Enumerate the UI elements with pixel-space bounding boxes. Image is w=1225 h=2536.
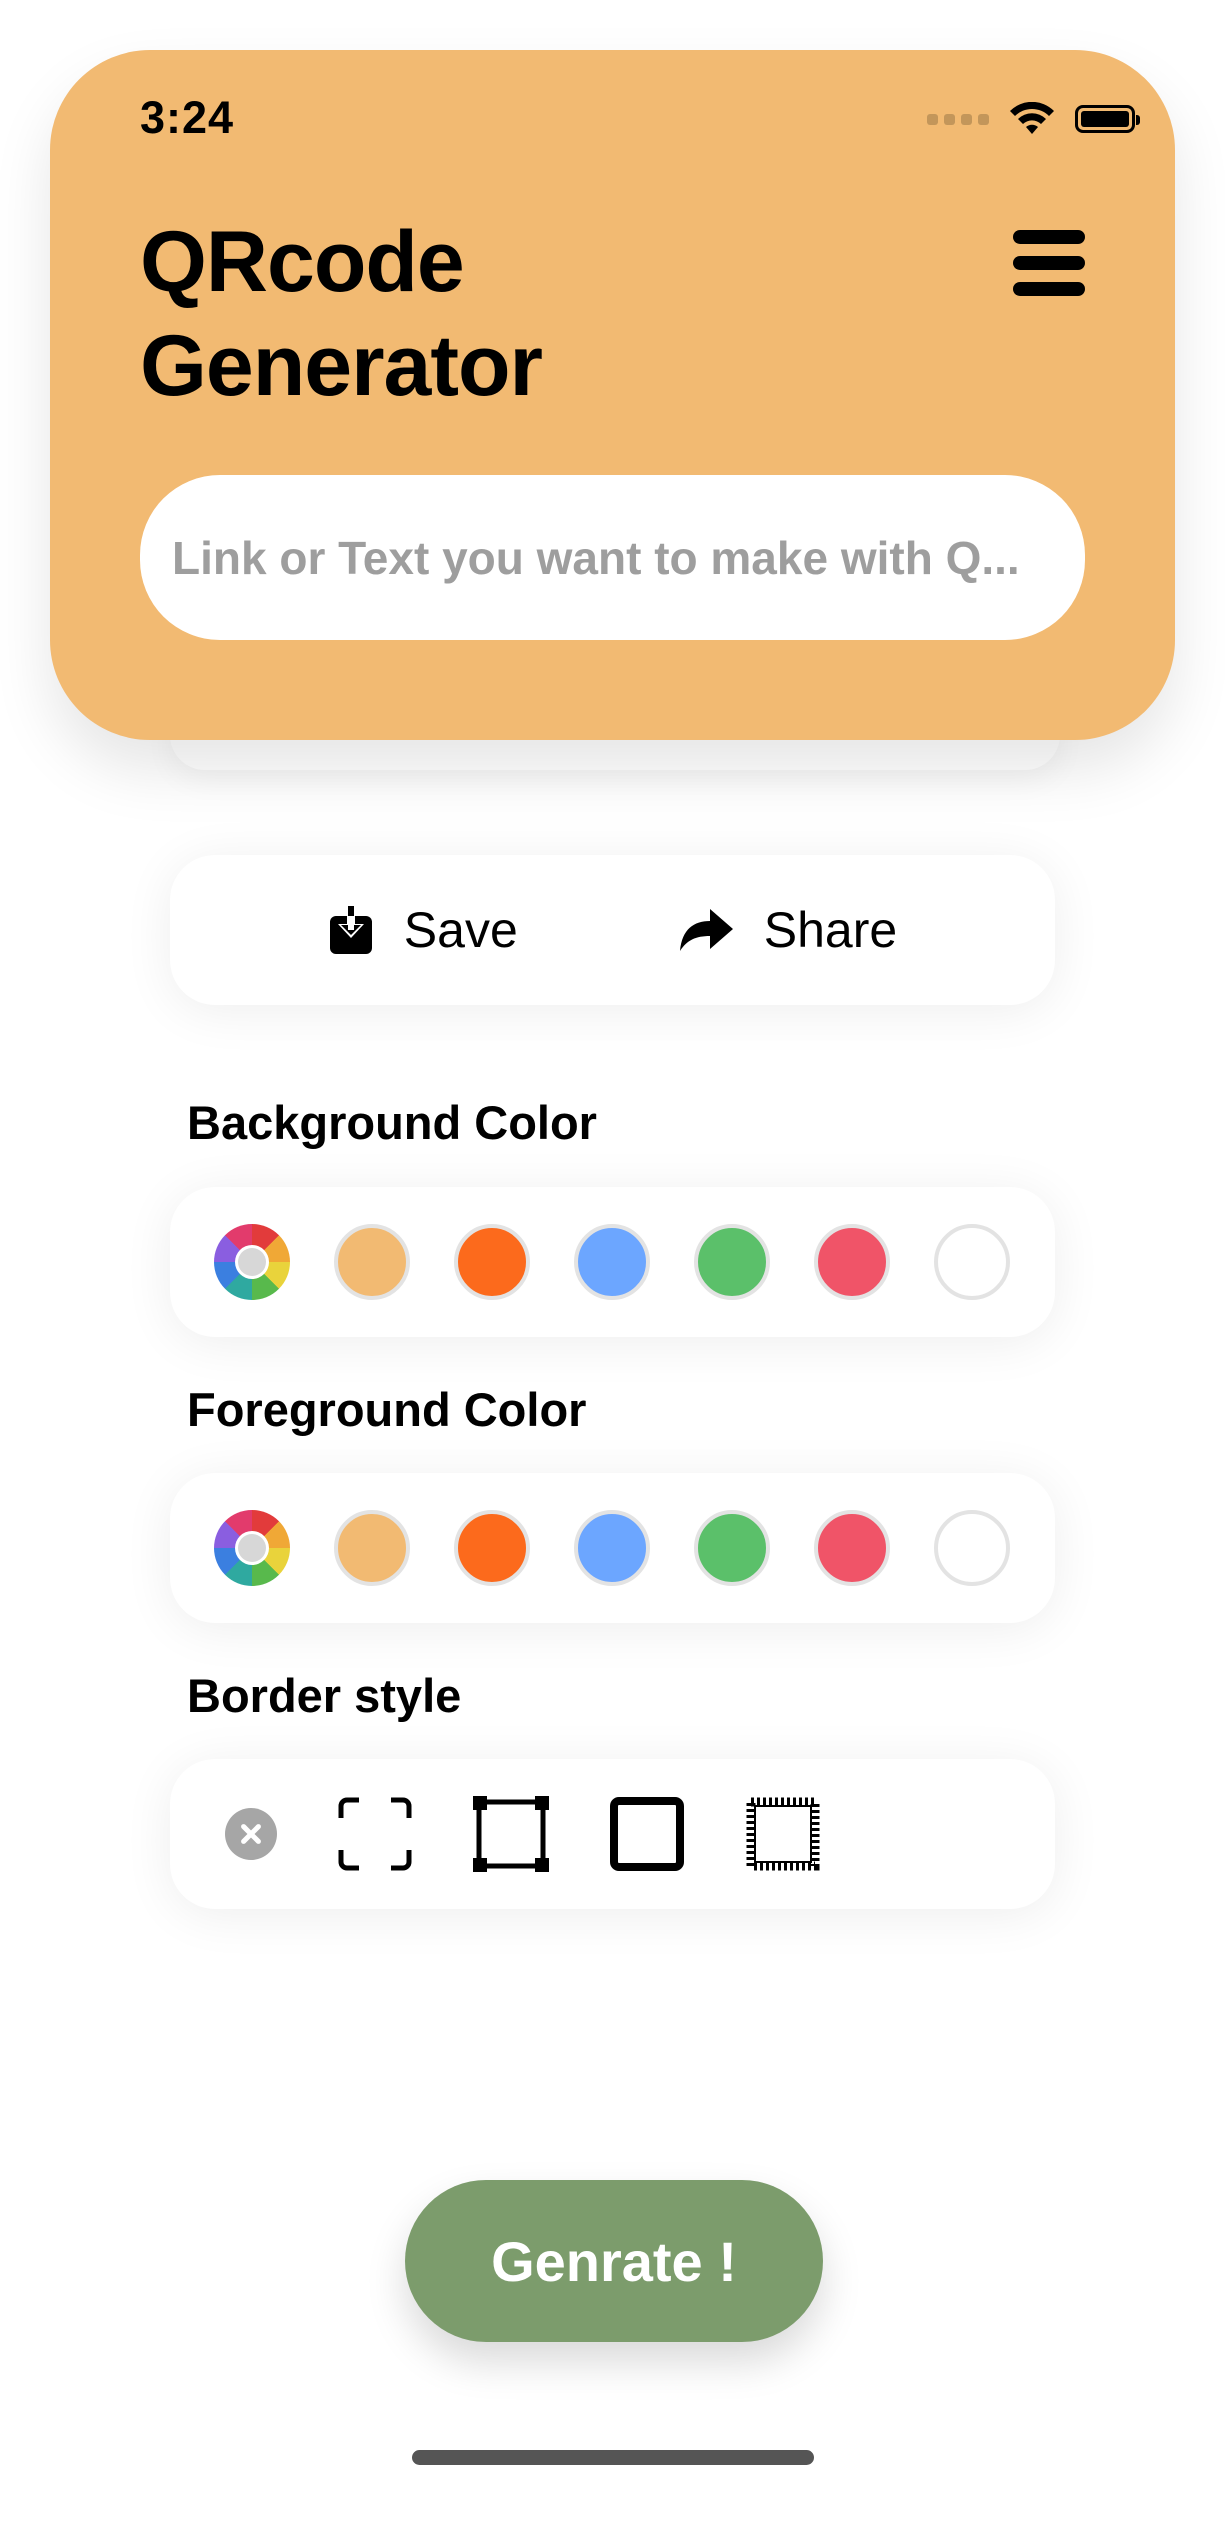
fg-swatch-green[interactable]: [694, 1510, 770, 1586]
save-label: Save: [403, 902, 518, 958]
foreground-color-label: Foreground Color: [187, 1383, 587, 1436]
bg-swatch-blue[interactable]: [574, 1224, 650, 1300]
fg-swatch-orange-light[interactable]: [334, 1510, 410, 1586]
border-none-icon[interactable]: [225, 1808, 277, 1860]
bg-swatch-orange[interactable]: [454, 1224, 530, 1300]
border-corners-icon[interactable]: [337, 1796, 413, 1872]
share-label: Share: [763, 902, 898, 958]
background-color-card: [170, 1187, 1055, 1337]
border-style-row: [170, 1759, 1055, 1909]
border-stamp-square-icon[interactable]: [745, 1796, 821, 1872]
border-style-label: Border style: [187, 1669, 462, 1722]
header-card: 3:24 QRcode Generator: [50, 50, 1175, 740]
status-time: 3:24: [140, 92, 235, 143]
link-text-input[interactable]: [170, 529, 1054, 586]
fg-color-picker-icon[interactable]: [214, 1510, 290, 1586]
menu-icon[interactable]: [1013, 230, 1085, 296]
foreground-color-row: [170, 1473, 1055, 1623]
download-icon: [329, 904, 372, 954]
app-screen: 3:24 QRcode Generator Link or Text you w…: [0, 0, 1225, 2536]
fg-swatch-red[interactable]: [814, 1510, 890, 1586]
border-solid-square-icon[interactable]: [609, 1796, 685, 1872]
page-title: QRcode Generator: [140, 210, 543, 418]
generate-button[interactable]: Genrate !: [405, 2180, 823, 2342]
bg-swatch-white[interactable]: [934, 1224, 1010, 1300]
background-color-row: [170, 1187, 1055, 1337]
title-line-1: QRcode: [140, 214, 465, 310]
bg-swatch-red[interactable]: [814, 1224, 890, 1300]
action-card: Save Share: [170, 855, 1055, 1005]
home-indicator: [412, 2450, 814, 2465]
fg-swatch-blue[interactable]: [574, 1510, 650, 1586]
battery-icon: [1075, 105, 1140, 133]
border-square-nubs-icon[interactable]: [473, 1796, 549, 1872]
text-input-container: [140, 475, 1085, 640]
bg-swatch-orange-light[interactable]: [334, 1224, 410, 1300]
share-icon: [679, 909, 733, 951]
bg-swatch-green[interactable]: [694, 1224, 770, 1300]
wifi-icon: [1010, 102, 1054, 134]
share-button[interactable]: Share: [678, 901, 897, 959]
fg-swatch-orange[interactable]: [454, 1510, 530, 1586]
fg-swatch-white[interactable]: [934, 1510, 1010, 1586]
signal-icon: [927, 113, 989, 125]
bg-color-picker-icon[interactable]: [214, 1224, 290, 1300]
save-button[interactable]: Save: [328, 901, 518, 959]
foreground-color-card: [170, 1473, 1055, 1623]
border-style-card: [170, 1759, 1055, 1909]
background-color-label: Background Color: [187, 1096, 597, 1149]
status-icons: [927, 102, 1140, 136]
title-line-2: Generator: [140, 318, 543, 414]
